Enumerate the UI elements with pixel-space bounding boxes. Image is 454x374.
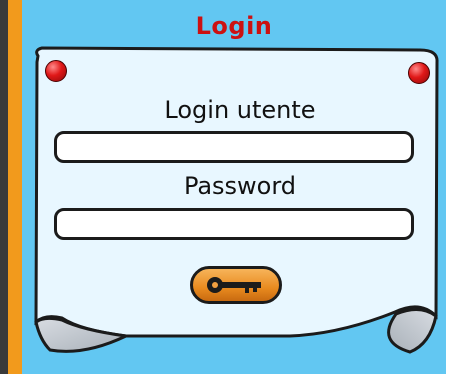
username-label: Login utente: [164, 96, 316, 124]
pin-left-icon: [45, 60, 67, 82]
paper-curl-right: [387, 308, 438, 354]
password-label: Password: [183, 172, 297, 200]
username-input[interactable]: [54, 131, 414, 163]
password-input[interactable]: [54, 208, 414, 240]
login-widget: Login Login utente Password: [0, 0, 454, 374]
login-button[interactable]: [190, 266, 282, 304]
pin-right-icon: [408, 62, 430, 84]
key-icon: [207, 277, 261, 293]
